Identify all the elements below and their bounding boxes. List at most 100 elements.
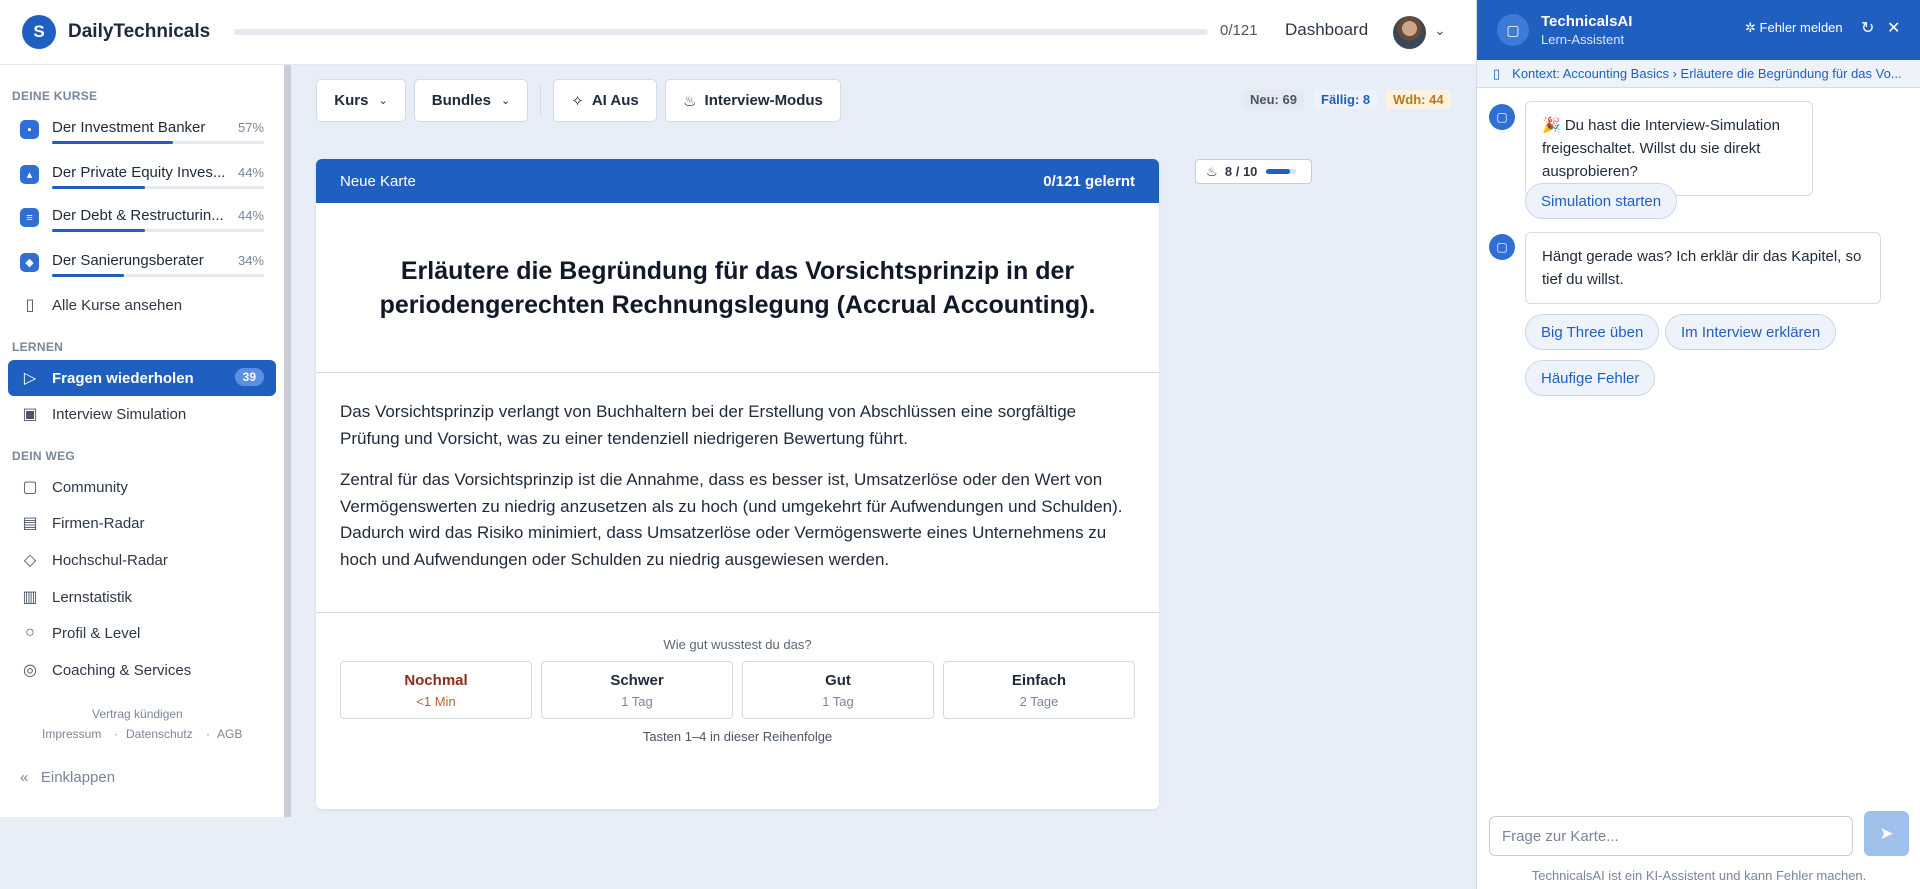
user-icon: ○ xyxy=(25,624,35,641)
nav-item-firmen-radar[interactable]: ▤ Firmen-Radar xyxy=(8,505,276,541)
chart-icon: ▴ xyxy=(20,165,39,184)
bundles-dropdown[interactable]: Bundles ⌄ xyxy=(414,79,528,122)
card-type-label: Neue Karte xyxy=(340,172,416,190)
report-error-button[interactable]: ✲ Fehler melden xyxy=(1745,20,1843,36)
cancel-contract-link[interactable]: Vertrag kündigen xyxy=(92,707,183,721)
rate-again-button[interactable]: Nochmal <1 Min xyxy=(340,661,532,719)
course-name: Der Debt & Restructurin... xyxy=(52,207,224,224)
course-progress-fill xyxy=(52,229,146,232)
rating-label: Nochmal xyxy=(404,671,468,689)
answer-paragraph: Zentral für das Vorsichtsprinzip ist die… xyxy=(340,470,1123,569)
bug-icon: ✲ xyxy=(1745,20,1756,35)
chevron-down-icon: ⌄ xyxy=(378,95,388,107)
nav-label: Firmen-Radar xyxy=(52,514,145,532)
course-name: Der Investment Banker xyxy=(52,119,206,136)
rating-hint: Tasten 1–4 in dieser Reihenfolge xyxy=(642,729,833,744)
nav-item-profil-level[interactable]: ○ Profil & Level xyxy=(8,615,276,651)
assistant-avatar-icon: ▢ xyxy=(1489,234,1515,260)
sidebar: DEINE KURSE ▪ Der Investment Banker 57% … xyxy=(0,65,284,817)
book-icon: ▯ xyxy=(25,297,35,314)
collapse-label: Einklappen xyxy=(40,769,116,786)
rating-buttons: Nochmal <1 Min Schwer 1 Tag Gut 1 Tag Ei… xyxy=(316,661,1159,719)
ai-toggle-button[interactable]: ✧ AI Aus xyxy=(553,79,657,122)
logo[interactable]: S DailyTechnicals xyxy=(22,15,210,49)
chat-input[interactable] xyxy=(1489,816,1853,856)
footer-separator: · xyxy=(114,727,118,741)
chat-bubble-icon: ▢ xyxy=(1497,14,1529,46)
rate-good-button[interactable]: Gut 1 Tag xyxy=(742,661,934,719)
course-dropdown[interactable]: Kurs ⌄ xyxy=(316,79,406,122)
nav-label: Profil & Level xyxy=(52,624,141,642)
new-count-badge: Neu: 69 xyxy=(1243,90,1304,109)
play-icon: ▷ xyxy=(23,370,37,387)
collapse-sidebar-button[interactable]: « Einklappen xyxy=(20,769,115,786)
review-count-badge: 39 xyxy=(234,368,264,386)
card-question: Erläutere die Begründung für das Vorsich… xyxy=(316,203,1159,373)
nav-label: Fragen wiederholen xyxy=(52,369,194,387)
refresh-icon[interactable]: ↻ xyxy=(1861,18,1874,38)
big-three-chip[interactable]: Big Three üben xyxy=(1525,314,1660,350)
bundles-dropdown-label: Bundles xyxy=(431,92,491,109)
nav-item-hochschul-radar[interactable]: ◇ Hochschul-Radar xyxy=(8,542,276,578)
course-percent: 34% xyxy=(237,253,264,268)
common-errors-chip[interactable]: Häufige Fehler xyxy=(1525,360,1656,396)
app-name: DailyTechnicals xyxy=(68,21,211,42)
flame-icon: ♨ xyxy=(1206,163,1218,179)
avatar[interactable] xyxy=(1393,16,1426,49)
double-chevron-left-icon: « xyxy=(20,769,29,786)
assistant-message: 🎉 Du hast die Interview-Simulation freig… xyxy=(1525,101,1813,196)
flashcard: Neue Karte 0/121 gelernt Erläutere die B… xyxy=(316,159,1159,809)
briefcase-icon: ▣ xyxy=(22,406,38,423)
explain-in-interview-chip[interactable]: Im Interview erklären xyxy=(1665,314,1837,350)
rating-question: Wie gut wusstest du das? xyxy=(663,637,812,652)
rating-interval: 2 Tage xyxy=(1019,693,1059,709)
chat-icon: ▢ xyxy=(22,479,38,496)
course-item-investment-banker[interactable]: ▪ Der Investment Banker 57% xyxy=(20,118,264,152)
close-icon[interactable]: ✕ xyxy=(1887,18,1900,38)
section-heading-path: DEIN WEG xyxy=(12,449,76,463)
toolbar-divider xyxy=(540,86,541,116)
nav-item-lernstatistik[interactable]: ▥ Lernstatistik xyxy=(8,579,276,615)
rate-easy-button[interactable]: Einfach 2 Tage xyxy=(943,661,1135,719)
streak-progress-bar xyxy=(1266,169,1297,174)
course-name: Der Sanierungsberater xyxy=(52,252,204,269)
nav-label: Interview Simulation xyxy=(52,405,187,423)
all-courses-link[interactable]: ▯ Alle Kurse ansehen xyxy=(8,287,276,323)
repeat-count-badge: Wdh: 44 xyxy=(1386,90,1451,109)
agb-link[interactable]: AGB xyxy=(217,727,242,741)
nav-item-community[interactable]: ▢ Community xyxy=(8,469,276,505)
course-progress-bar xyxy=(52,186,264,189)
course-name: Der Private Equity Inves... xyxy=(52,164,226,181)
nav-item-review[interactable]: ▷ Fragen wiederholen 39 xyxy=(8,360,276,396)
card-learned-count: 0/121 gelernt xyxy=(1043,172,1135,190)
interview-mode-button[interactable]: ♨ Interview-Modus xyxy=(665,79,841,122)
rating-label: Schwer xyxy=(610,671,664,689)
top-bar: S DailyTechnicals 0/121 Dashboard ⌄ xyxy=(0,0,1476,65)
nav-label: Coaching & Services xyxy=(52,661,192,679)
report-error-label: Fehler melden xyxy=(1759,20,1843,35)
course-item-private-equity[interactable]: ▴ Der Private Equity Inves... 44% xyxy=(20,163,264,197)
datenschutz-link[interactable]: Datenschutz xyxy=(126,727,193,741)
assistant-avatar-icon: ▢ xyxy=(1489,104,1515,130)
card-header: Neue Karte 0/121 gelernt xyxy=(316,159,1159,203)
send-button[interactable]: ➤ xyxy=(1864,811,1909,856)
rate-hard-button[interactable]: Schwer 1 Tag xyxy=(541,661,733,719)
dashboard-link[interactable]: Dashboard xyxy=(1285,20,1368,40)
rating-interval: <1 Min xyxy=(416,693,456,709)
sparkle-icon: ✧ xyxy=(571,92,584,110)
course-item-debt-restructuring[interactable]: ≡ Der Debt & Restructurin... 44% xyxy=(20,206,264,240)
chevron-down-icon[interactable]: ⌄ xyxy=(1434,22,1446,39)
nav-label: Community xyxy=(52,478,128,496)
course-item-sanierungsberater[interactable]: ◆ Der Sanierungsberater 34% xyxy=(20,251,264,285)
impressum-link[interactable]: Impressum xyxy=(42,727,101,741)
course-progress-bar xyxy=(52,141,264,144)
footer-separator: · xyxy=(206,727,210,741)
start-simulation-chip[interactable]: Simulation starten xyxy=(1525,183,1678,219)
nav-item-interview-simulation[interactable]: ▣ Interview Simulation xyxy=(8,396,276,432)
due-count-badge: Fällig: 8 xyxy=(1314,90,1378,109)
course-progress-fill xyxy=(52,274,125,277)
sidebar-scrollbar[interactable] xyxy=(284,65,291,817)
nav-item-coaching-services[interactable]: ◎ Coaching & Services xyxy=(8,652,276,688)
streak-count: 8 / 10 xyxy=(1224,164,1258,179)
ai-disclaimer: TechnicalsAI ist ein KI-Assistent und ka… xyxy=(1531,868,1867,883)
